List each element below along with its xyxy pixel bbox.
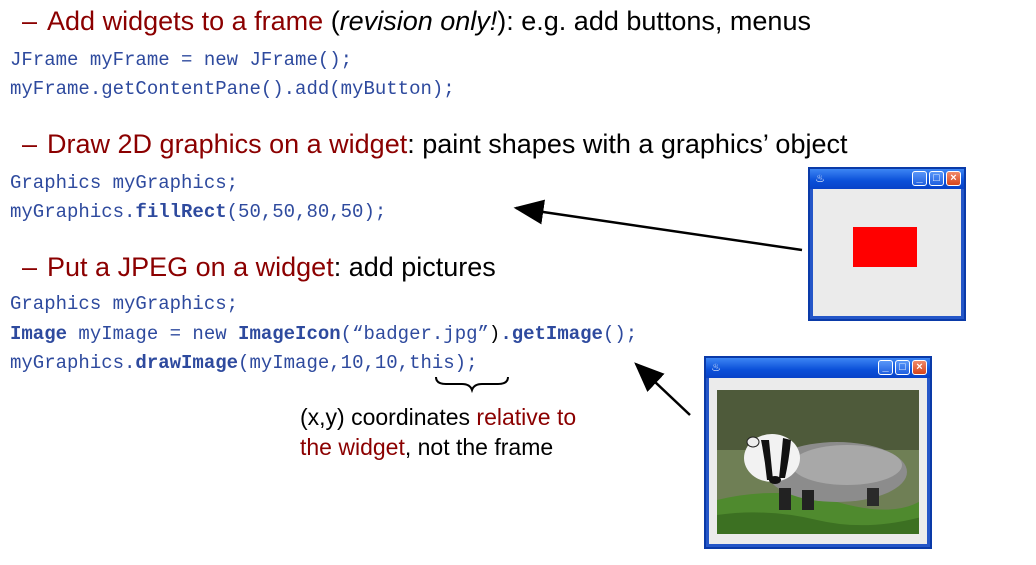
arrow-to-drawimage <box>634 362 691 416</box>
annotation-overlay <box>435 199 803 416</box>
arrow-to-fillrect <box>513 199 803 252</box>
coordinates-brace <box>435 376 509 394</box>
